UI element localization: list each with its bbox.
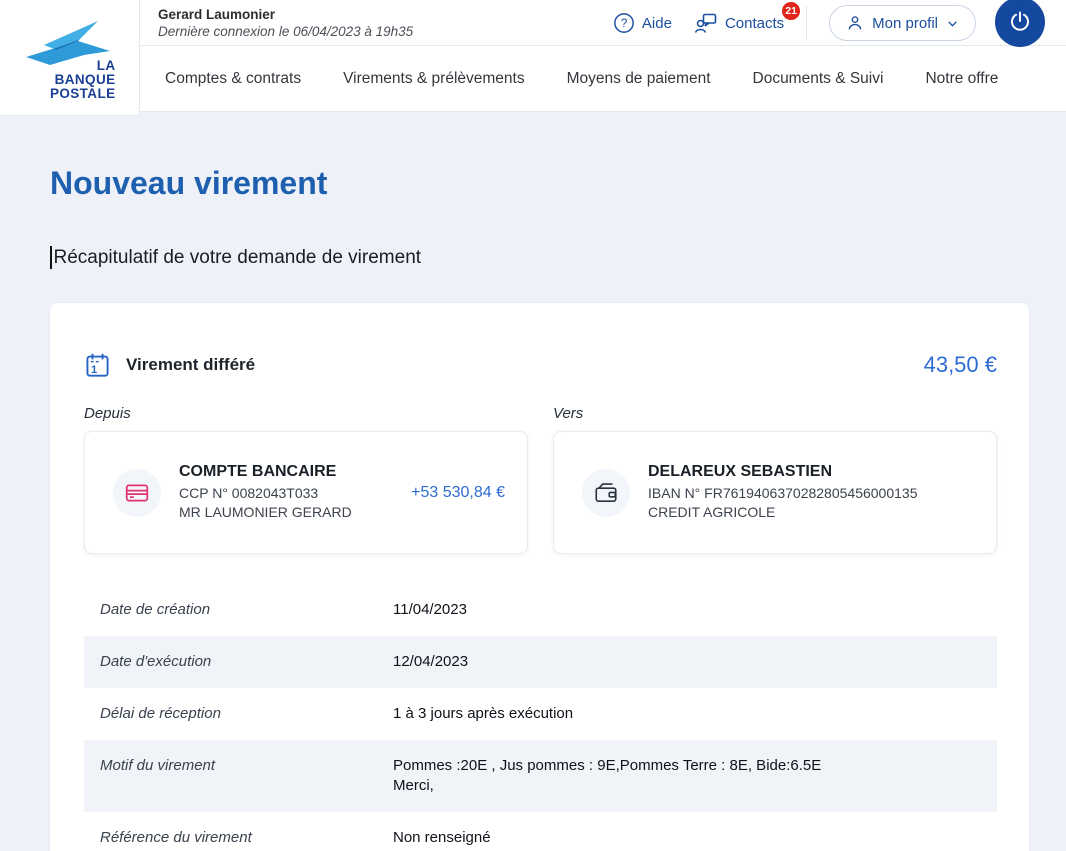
detail-row-date-creation: Date de création 11/04/2023 — [84, 584, 997, 636]
chevron-down-icon — [946, 17, 959, 30]
nav-item-moyens-paiement[interactable]: Moyens de paiement — [567, 70, 711, 88]
to-account-card: DELAREUX SEBASTIEN IBAN N° FR76194063702… — [553, 431, 997, 554]
profile-button[interactable]: Mon profil — [829, 5, 976, 41]
from-account-name: COMPTE BANCAIRE — [179, 463, 352, 481]
nav-item-comptes-contrats[interactable]: Comptes & contrats — [165, 70, 301, 88]
from-account-number: CCP N° 0082043T033 — [179, 484, 352, 503]
main-content: Nouveau virement Récapitulatif de votre … — [0, 165, 1066, 851]
svg-text:1: 1 — [91, 364, 97, 376]
detail-value-motif-line2: Merci, — [393, 776, 821, 796]
profile-person-icon — [846, 14, 864, 32]
detail-label: Motif du virement — [100, 756, 393, 774]
detail-value: 12/04/2023 — [393, 652, 468, 672]
detail-value: 1 à 3 jours après exécution — [393, 704, 573, 724]
help-link[interactable]: ? Aide — [613, 12, 672, 34]
help-label: Aide — [642, 15, 672, 32]
detail-label: Date d'exécution — [100, 652, 393, 670]
bank-logo-text: LA BANQUE POSTALE — [18, 59, 122, 101]
calendar-icon: 1 — [84, 351, 111, 379]
transfer-amount: 43,50 € — [924, 352, 997, 378]
detail-value: Non renseigné — [393, 828, 491, 848]
detail-value-motif-line1: Pommes :20E , Jus pommes : 9E,Pommes Ter… — [393, 756, 821, 776]
credit-card-icon — [124, 480, 150, 506]
svg-text:?: ? — [621, 16, 628, 30]
detail-value: 11/04/2023 — [393, 600, 467, 620]
detail-row-motif: Motif du virement Pommes :20E , Jus pomm… — [84, 740, 997, 812]
main-nav: Comptes & contrats Virements & prélèveme… — [140, 46, 1066, 111]
last-connection: Dernière connexion le 06/04/2023 à 19h35 — [158, 24, 413, 39]
logout-power-button[interactable] — [995, 0, 1045, 47]
user-name: Gerard Laumonier — [158, 7, 413, 22]
to-section-label: Vers — [553, 405, 997, 422]
user-info: Gerard Laumonier Dernière connexion le 0… — [158, 7, 413, 39]
page-title: Nouveau virement — [50, 165, 1029, 202]
help-icon: ? — [613, 12, 635, 34]
contacts-badge: 21 — [782, 2, 800, 20]
contacts-link[interactable]: Contacts 21 — [694, 11, 784, 35]
transfer-type-label: Virement différé — [126, 355, 255, 375]
text-cursor — [50, 246, 52, 269]
to-iban: IBAN N° FR7619406370282805456000135 — [648, 484, 917, 503]
profile-label: Mon profil — [872, 15, 938, 32]
from-account-card: COMPTE BANCAIRE CCP N° 0082043T033 MR LA… — [84, 431, 528, 554]
contacts-icon — [694, 11, 718, 35]
recap-subtitle: Récapitulatif de votre demande de vireme… — [54, 247, 422, 269]
header: LA BANQUE POSTALE Gerard Laumonier Derni… — [0, 0, 1066, 112]
transfer-details-table: Date de création 11/04/2023 Date d'exécu… — [84, 584, 997, 851]
from-account-icon-circle — [113, 469, 161, 517]
to-account-icon-circle — [582, 469, 630, 517]
transfer-summary-card: 1 Virement différé 43,50 € Depuis — [50, 303, 1029, 851]
nav-item-virements-prelevements[interactable]: Virements & prélèvements — [343, 70, 525, 88]
wallet-icon — [593, 480, 619, 506]
detail-row-date-execution: Date d'exécution 12/04/2023 — [84, 636, 997, 688]
from-account-balance: +53 530,84 € — [411, 484, 505, 502]
detail-label: Date de création — [100, 600, 393, 618]
detail-label: Délai de réception — [100, 704, 393, 722]
power-icon — [1008, 10, 1032, 34]
nav-item-notre-offre[interactable]: Notre offre — [925, 70, 998, 88]
detail-label: Référence du virement — [100, 828, 393, 846]
detail-row-reference: Référence du virement Non renseigné — [84, 812, 997, 851]
nav-item-documents-suivi[interactable]: Documents & Suivi — [753, 70, 884, 88]
to-bank-name: CREDIT AGRICOLE — [648, 503, 917, 522]
to-beneficiary-name: DELAREUX SEBASTIEN — [648, 463, 917, 481]
contacts-label: Contacts — [725, 15, 784, 32]
header-divider — [806, 6, 807, 40]
from-account-holder: MR LAUMONIER GERARD — [179, 503, 352, 522]
from-section-label: Depuis — [84, 405, 528, 422]
bank-logo[interactable]: LA BANQUE POSTALE — [0, 0, 140, 116]
header-top-row: Gerard Laumonier Dernière connexion le 0… — [140, 0, 1066, 46]
detail-row-delai-reception: Délai de réception 1 à 3 jours après exé… — [84, 688, 997, 740]
